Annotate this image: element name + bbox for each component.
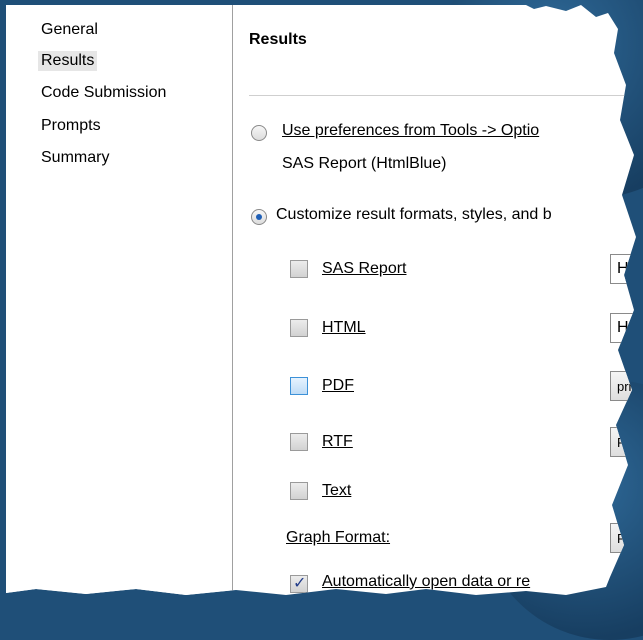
results-panel: Results Use preferences from Tools -> Op… [233, 5, 636, 595]
nav-item-general[interactable]: General [38, 20, 101, 40]
text-label[interactable]: Text [322, 482, 351, 500]
auto-open-label[interactable]: Automatically open data or re [322, 573, 530, 591]
nav-item-results[interactable]: Results [38, 51, 98, 71]
sidebar-nav: General Results Code Submission Prompts … [6, 5, 233, 595]
current-format-label: SAS Report (HtmlBlue) [282, 155, 447, 172]
sas-report-checkbox[interactable] [290, 260, 308, 278]
pdf-checkbox[interactable] [290, 377, 308, 395]
text-checkbox[interactable] [290, 482, 308, 500]
options-dialog: General Results Code Submission Prompts … [6, 5, 636, 595]
customize-radio[interactable] [251, 209, 267, 225]
graph-format-label: Graph Format: [286, 529, 391, 546]
nav-item-prompts[interactable]: Prompts [38, 116, 104, 136]
rtf-label[interactable]: RTF [322, 433, 353, 451]
sas-report-label[interactable]: SAS Report [322, 260, 406, 278]
html-checkbox[interactable] [290, 319, 308, 337]
pdf-label[interactable]: PDF [322, 377, 354, 395]
html-style-field[interactable]: H [610, 313, 636, 343]
nav-item-code-submission[interactable]: Code Submission [38, 83, 169, 103]
nav-item-summary[interactable]: Summary [38, 148, 112, 168]
use-preferences-label[interactable]: Use preferences from Tools -> Optio [282, 122, 539, 140]
sas-report-style-field[interactable]: Ht [610, 254, 636, 284]
use-preferences-radio[interactable] [251, 125, 267, 141]
customize-label[interactable]: Customize result formats, styles, and b [276, 206, 552, 224]
rtf-checkbox[interactable] [290, 433, 308, 451]
page-title: Results [249, 31, 307, 48]
auto-open-checkbox[interactable] [290, 573, 308, 593]
html-label[interactable]: HTML [322, 319, 366, 337]
divider [249, 95, 636, 96]
